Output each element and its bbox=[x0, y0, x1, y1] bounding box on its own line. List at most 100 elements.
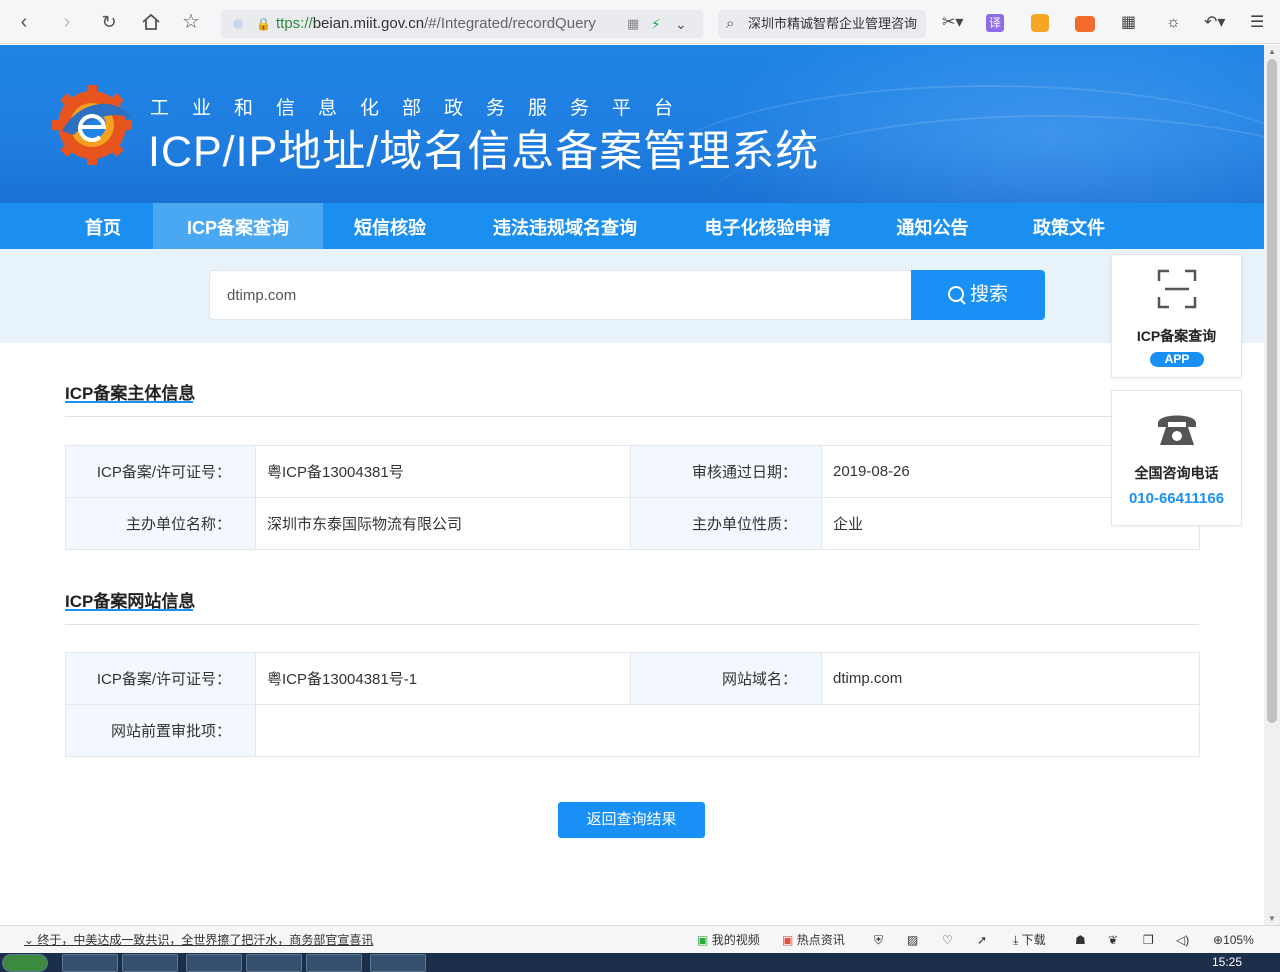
header-banner: 工业和信息化部政务服务平台 ICP/IP地址/域名信息备案管理系统 bbox=[0, 45, 1264, 203]
approval-date-label: 审核通过日期： bbox=[630, 445, 822, 498]
nav-policy-docs[interactable]: 政策文件 bbox=[1018, 203, 1120, 249]
hotline-title: 全国咨询电话 bbox=[1134, 465, 1219, 481]
site-icp-license-label: ICP备案/许可证号： bbox=[65, 652, 256, 705]
shield-icon[interactable]: ⛨ bbox=[874, 926, 883, 954]
wallet-icon[interactable] bbox=[1031, 14, 1049, 32]
website-info-table: ICP备案/许可证号： 粤ICP备13004381号-1 网站域名： dtimp… bbox=[65, 652, 1200, 757]
search-input[interactable] bbox=[209, 270, 911, 320]
organizer-name-label: 主办单位名称： bbox=[65, 497, 256, 550]
nav-electronic-verify[interactable]: 电子化核验申请 bbox=[690, 203, 845, 249]
site-info-icon[interactable] bbox=[233, 19, 243, 29]
nav-icp-query[interactable]: ICP备案查询 bbox=[153, 203, 323, 249]
back-to-results-button[interactable]: 返回查询结果 bbox=[558, 802, 705, 838]
scan-icon bbox=[1157, 269, 1197, 309]
back-arrow-icon[interactable]: ‹ bbox=[12, 10, 36, 34]
site-domain-value: dtimp.com bbox=[821, 652, 1200, 705]
table-row: 网站前置审批项： bbox=[65, 704, 1200, 757]
icp-license-label: ICP备案/许可证号： bbox=[65, 445, 256, 498]
lock-icon: 🔒 bbox=[256, 17, 271, 31]
news-icon: ▣ bbox=[782, 933, 794, 947]
app-badge: APP bbox=[1150, 352, 1204, 367]
search-icon bbox=[947, 286, 964, 302]
nav-illegal-domain-query[interactable]: 违法违规域名查询 bbox=[475, 203, 655, 249]
organizer-type-label: 主办单位性质： bbox=[630, 497, 822, 550]
forward-arrow-icon[interactable]: › bbox=[55, 10, 79, 34]
chevron-down-icon[interactable]: ⌄ bbox=[675, 10, 687, 38]
speed-mode-icon[interactable]: ⚡ bbox=[651, 10, 661, 38]
main-nav: 首页 ICP备案查询 短信核验 违法违规域名查询 电子化核验申请 通知公告 政策… bbox=[0, 203, 1264, 249]
vertical-scrollbar[interactable]: ▲ ▼ bbox=[1264, 45, 1280, 925]
browser-status-bar: 终于，中美达成一致共识，全世界擦了把汗水，商务部官宣喜讯 ▣ 我的视频 ▣ 热点… bbox=[0, 925, 1280, 953]
browser-toolbar: ‹ › ↻ ☆ 🔒 ttps://beian.miit.gov.cn/#/Int… bbox=[0, 0, 1280, 44]
speaker-icon[interactable]: ◁) bbox=[1176, 926, 1189, 954]
hotline-number: 010-66411166 bbox=[1128, 490, 1225, 507]
bookmark-star-icon[interactable]: ☆ bbox=[179, 10, 203, 34]
play-icon: ▣ bbox=[697, 933, 709, 947]
scroll-down-icon[interactable]: ▼ bbox=[1268, 914, 1276, 923]
site-icp-license-value: 粤ICP备13004381号-1 bbox=[255, 652, 631, 705]
taskbar-app[interactable] bbox=[122, 954, 178, 972]
section-underline bbox=[65, 609, 193, 611]
divider bbox=[65, 416, 1199, 417]
heart-icon[interactable]: ♡ bbox=[942, 926, 953, 954]
app-download-card[interactable]: ICP备案查询 APP bbox=[1111, 254, 1242, 378]
browser-search-box[interactable]: ⌕ 深圳市精诚智帮企业管理咨询 bbox=[718, 10, 926, 38]
leaf-icon[interactable]: ❦ bbox=[1108, 926, 1118, 954]
os-taskbar: 15:25 bbox=[0, 953, 1280, 972]
search-band: 搜索 bbox=[0, 249, 1264, 343]
table-row: ICP备案/许可证号： 粤ICP备13004381号 审核通过日期： 2019-… bbox=[65, 445, 1200, 498]
platform-subtitle: 工业和信息化部政务服务平台 bbox=[150, 98, 697, 119]
telephone-icon bbox=[1158, 415, 1196, 445]
search-button[interactable]: 搜索 bbox=[911, 270, 1045, 320]
menu-icon[interactable]: ☰ bbox=[1250, 12, 1264, 34]
news-ticker-link[interactable]: 终于，中美达成一致共识，全世界擦了把汗水，商务部官宣喜讯 bbox=[24, 926, 373, 954]
nav-home[interactable]: 首页 bbox=[68, 203, 138, 249]
zoom-level[interactable]: ⊕105% bbox=[1213, 926, 1254, 954]
table-row: ICP备案/许可证号： 粤ICP备13004381号-1 网站域名： dtimp… bbox=[65, 652, 1200, 705]
rocket-icon[interactable]: ➚ bbox=[977, 926, 987, 954]
taskbar-app[interactable] bbox=[246, 954, 302, 972]
hot-news-link[interactable]: ▣ 热点资讯 bbox=[782, 926, 845, 954]
home-icon[interactable] bbox=[139, 10, 163, 34]
address-bar[interactable]: 🔒 ttps://beian.miit.gov.cn/#/Integrated/… bbox=[221, 10, 703, 38]
miit-logo-icon bbox=[52, 85, 132, 165]
site-domain-label: 网站域名： bbox=[630, 652, 822, 705]
url-text: ttps://beian.miit.gov.cn/#/Integrated/re… bbox=[276, 15, 596, 32]
taskbar-app[interactable] bbox=[186, 954, 242, 972]
my-video-link[interactable]: ▣ 我的视频 bbox=[697, 926, 760, 954]
icp-license-value: 粤ICP备13004381号 bbox=[255, 445, 631, 498]
apps-grid-icon[interactable]: ▦ bbox=[1121, 12, 1136, 34]
start-button[interactable] bbox=[2, 954, 48, 972]
window-icon[interactable]: ❐ bbox=[1143, 926, 1154, 954]
search-icon: ⌕ bbox=[726, 15, 735, 32]
download-link[interactable]: ⤓ 下载 bbox=[1013, 926, 1046, 954]
browser-search-text: 深圳市精诚智帮企业管理咨询 bbox=[748, 16, 918, 31]
table-row: 主办单位名称： 深圳市东泰国际物流有限公司 主办单位性质： 企业 bbox=[65, 497, 1200, 550]
organizer-name-value: 深圳市东泰国际物流有限公司 bbox=[255, 497, 631, 550]
scrollbar-thumb[interactable] bbox=[1267, 59, 1277, 723]
pre-approval-value bbox=[255, 704, 1200, 757]
taskbar-app[interactable] bbox=[62, 954, 118, 972]
nav-notices[interactable]: 通知公告 bbox=[880, 203, 985, 249]
system-title: ICP/IP地址/域名信息备案管理系统 bbox=[148, 128, 820, 176]
scissors-icon[interactable]: ✂▾ bbox=[942, 12, 963, 34]
taskbar-app[interactable] bbox=[370, 954, 426, 972]
divider bbox=[65, 624, 1199, 625]
app-card-title: ICP备案查询 bbox=[1136, 328, 1217, 344]
pre-approval-label: 网站前置审批项： bbox=[65, 704, 256, 757]
game-icon[interactable] bbox=[1075, 16, 1095, 32]
translate-icon[interactable]: 译 bbox=[986, 14, 1004, 32]
nav-sms-verify[interactable]: 短信核验 bbox=[340, 203, 440, 249]
brightness-icon[interactable]: ☼ bbox=[1166, 12, 1181, 34]
scroll-up-icon[interactable]: ▲ bbox=[1268, 47, 1276, 56]
game-icon[interactable]: ☗ bbox=[1075, 926, 1086, 954]
hotline-card: 全国咨询电话 010-66411166 bbox=[1111, 390, 1242, 526]
taskbar-app[interactable] bbox=[306, 954, 362, 972]
web-page: 工业和信息化部政务服务平台 ICP/IP地址/域名信息备案管理系统 首页 ICP… bbox=[0, 45, 1264, 925]
taskbar-clock: 15:25 bbox=[1212, 955, 1243, 969]
qr-code-icon[interactable]: ▦ bbox=[627, 10, 639, 38]
image-icon[interactable]: ▨ bbox=[907, 926, 918, 954]
section-underline bbox=[65, 401, 193, 403]
reload-icon[interactable]: ↻ bbox=[97, 10, 121, 34]
undo-icon[interactable]: ↶▾ bbox=[1204, 12, 1225, 34]
